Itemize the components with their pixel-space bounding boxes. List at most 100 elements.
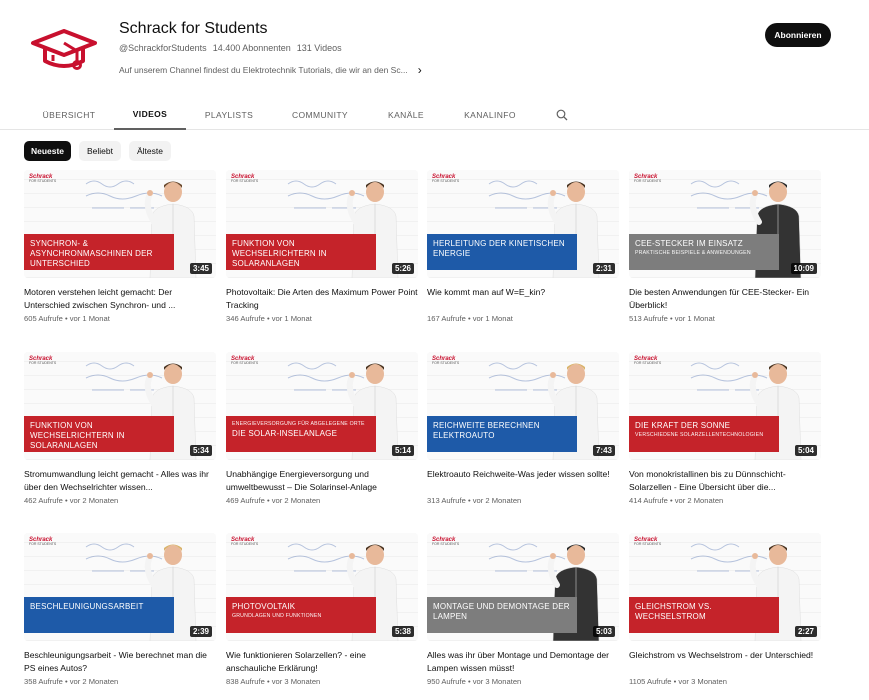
channel-logo[interactable]	[29, 23, 99, 75]
thumbnail-banner: Funktion von Wechselrichtern in Solaranl…	[24, 416, 174, 452]
schrack-brand-mark: Schrack FOR STUDENTS	[29, 537, 57, 546]
video-title[interactable]: Von monokristallinen bis zu Dünnschicht-…	[629, 468, 821, 493]
video-duration: 5:04	[794, 445, 817, 456]
video-thumbnail[interactable]: Schrack FOR STUDENTS Reichweite berechnen…	[427, 352, 619, 460]
video-meta: 167 Aufrufe • vor 1 Monat	[427, 314, 513, 323]
banner-subtitle: Praktische Beispiele & Anwendungen	[635, 250, 751, 256]
video-title[interactable]: Photovoltaik: Die Arten des Maximum Powe…	[226, 286, 418, 311]
video-title[interactable]: Elektroauto Reichweite-Was jeder wissen …	[427, 468, 619, 481]
view-count: 950 Aufrufe	[427, 677, 466, 686]
chevron-right-icon[interactable]: ›	[418, 63, 422, 77]
banner-title: CEE-Stecker im Einsatz	[635, 239, 743, 248]
upload-age: vor 1 Monat	[69, 314, 110, 323]
upload-age: vor 2 Monaten	[271, 496, 321, 505]
video-duration: 2:27	[794, 626, 817, 637]
chip-oldest[interactable]: Älteste	[129, 141, 171, 161]
video-thumbnail[interactable]: Schrack FOR STUDENTS Die Kraft der Sonne …	[629, 352, 821, 460]
upload-age: vor 1 Monat	[472, 314, 513, 323]
video-card[interactable]: Schrack FOR STUDENTS Synchron- & Asynchro…	[24, 170, 216, 330]
video-title[interactable]: Beschleunigungsarbeit - Wie berechnet ma…	[24, 649, 216, 674]
thumbnail-banner: Synchron- & Asynchronmaschinen der Unter…	[24, 234, 174, 270]
schrack-brand-mark: Schrack FOR STUDENTS	[29, 356, 57, 365]
video-title[interactable]: Gleichstrom vs Wechselstrom - der Unters…	[629, 649, 821, 662]
video-meta: 950 Aufrufe • vor 3 Monaten	[427, 677, 522, 686]
schrack-brand-mark: Schrack FOR STUDENTS	[634, 174, 662, 183]
thumbnail-banner: Energieversorgung für abgelegene Orte Di…	[226, 416, 376, 452]
video-thumbnail[interactable]: Schrack FOR STUDENTS Funktion von Wechsel…	[24, 352, 216, 460]
thumbnail-banner: Beschleunigungsarbeit	[24, 597, 174, 633]
thumbnail-banner: Funktion von Wechselrichtern in Solaranl…	[226, 234, 376, 270]
schrack-brand-mark: Schrack FOR STUDENTS	[432, 356, 460, 365]
tab-community[interactable]: COMMUNITY	[278, 100, 362, 130]
upload-age: vor 3 Monaten	[271, 677, 321, 686]
video-card[interactable]: Schrack FOR STUDENTS Funktion von Wechsel…	[226, 170, 418, 330]
upload-age: vor 3 Monaten	[678, 677, 727, 686]
schrack-brand-mark: Schrack FOR STUDENTS	[231, 537, 259, 546]
video-title[interactable]: Stromumwandlung leicht gemacht - Alles w…	[24, 468, 216, 493]
channel-tabs: ÜBERSICHT VIDEOS PLAYLISTS COMMUNITY KAN…	[0, 100, 869, 130]
view-count: 414 Aufrufe	[629, 496, 668, 505]
search-icon[interactable]	[556, 109, 568, 121]
video-meta: 513 Aufrufe • vor 1 Monat	[629, 314, 715, 323]
schrack-brand-mark: Schrack FOR STUDENTS	[432, 537, 460, 546]
chip-newest[interactable]: Neueste	[24, 141, 71, 161]
video-thumbnail[interactable]: Schrack FOR STUDENTS Photovoltaik Grundla…	[226, 533, 418, 641]
tab-channels[interactable]: KANÄLE	[376, 100, 436, 130]
video-duration: 5:03	[592, 626, 615, 637]
view-count: 346 Aufrufe	[226, 314, 265, 323]
video-thumbnail[interactable]: Schrack FOR STUDENTS Synchron- & Asynchro…	[24, 170, 216, 278]
tab-videos[interactable]: VIDEOS	[114, 100, 186, 130]
video-card[interactable]: Schrack FOR STUDENTS Photovoltaik Grundla…	[226, 533, 418, 693]
video-thumbnail[interactable]: Schrack FOR STUDENTS Herleitung der kinet…	[427, 170, 619, 278]
banner-title: Herleitung der kinetischen Energie	[433, 239, 565, 258]
chip-popular[interactable]: Beliebt	[79, 141, 121, 161]
video-thumbnail[interactable]: Schrack FOR STUDENTS Beschleunigungsarbei…	[24, 533, 216, 641]
video-title[interactable]: Wie funktionieren Solarzellen? - eine an…	[226, 649, 418, 674]
video-duration: 5:34	[189, 445, 212, 456]
banner-title: Montage und Demontage der Lampen	[433, 602, 570, 621]
schrack-brand-mark: Schrack FOR STUDENTS	[432, 174, 460, 183]
video-card[interactable]: Schrack FOR STUDENTS Gleichstrom vs. Wech…	[629, 533, 821, 693]
tab-about[interactable]: KANALINFO	[452, 100, 528, 130]
tab-playlists[interactable]: PLAYLISTS	[192, 100, 266, 130]
view-count: 167 Aufrufe	[427, 314, 466, 323]
tab-overview[interactable]: ÜBERSICHT	[28, 100, 110, 130]
video-thumbnail[interactable]: Schrack FOR STUDENTS Funktion von Wechsel…	[226, 170, 418, 278]
video-title[interactable]: Motoren verstehen leicht gemacht: Der Un…	[24, 286, 216, 311]
video-card[interactable]: Schrack FOR STUDENTS Herleitung der kinet…	[427, 170, 619, 330]
video-title[interactable]: Wie kommt man auf W=E_kin?	[427, 286, 619, 299]
video-title[interactable]: Alles was ihr über Montage und Demontage…	[427, 649, 619, 674]
video-card[interactable]: Schrack FOR STUDENTS Montage und Demontag…	[427, 533, 619, 693]
view-count: 462 Aufrufe	[24, 496, 63, 505]
video-thumbnail[interactable]: Schrack FOR STUDENTS Montage und Demontag…	[427, 533, 619, 641]
subscribe-button[interactable]: Abonnieren	[765, 23, 831, 47]
video-card[interactable]: Schrack FOR STUDENTS Reichweite berechnen…	[427, 352, 619, 512]
banner-title: Funktion von Wechselrichtern in Solaranl…	[232, 239, 327, 268]
video-card[interactable]: Schrack FOR STUDENTS CEE-Stecker im Einsa…	[629, 170, 821, 330]
banner-title: Die Solar-Inselanlage	[232, 428, 338, 438]
banner-title: Beschleunigungsarbeit	[30, 602, 144, 611]
banner-title: Reichweite berechnen Elektroauto	[433, 421, 540, 440]
video-card[interactable]: Schrack FOR STUDENTS Energieversorgung fü…	[226, 352, 418, 512]
video-duration: 7:43	[592, 445, 615, 456]
schrack-brand-mark: Schrack FOR STUDENTS	[29, 174, 57, 183]
video-meta: 346 Aufrufe • vor 1 Monat	[226, 314, 312, 323]
channel-meta: @SchrackforStudents 14.400 Abonnenten 131 …	[119, 43, 342, 53]
video-thumbnail[interactable]: Schrack FOR STUDENTS Gleichstrom vs. Wech…	[629, 533, 821, 641]
view-count: 313 Aufrufe	[427, 496, 466, 505]
video-title[interactable]: Die besten Anwendungen für CEE-Stecker- …	[629, 286, 821, 311]
upload-age: vor 3 Monaten	[472, 677, 522, 686]
upload-age: vor 2 Monaten	[69, 496, 119, 505]
upload-age: vor 1 Monat	[271, 314, 312, 323]
thumbnail-banner: Gleichstrom vs. Wechselstrom	[629, 597, 779, 633]
video-card[interactable]: Schrack FOR STUDENTS Funktion von Wechsel…	[24, 352, 216, 512]
video-title[interactable]: Unabhängige Energieversorgung und umwelt…	[226, 468, 418, 493]
banner-title: Synchron- & Asynchronmaschinen der Unter…	[30, 239, 153, 268]
video-thumbnail[interactable]: Schrack FOR STUDENTS CEE-Stecker im Einsa…	[629, 170, 821, 278]
video-meta: 605 Aufrufe • vor 1 Monat	[24, 314, 110, 323]
video-card[interactable]: Schrack FOR STUDENTS Beschleunigungsarbei…	[24, 533, 216, 693]
schrack-brand-mark: Schrack FOR STUDENTS	[634, 537, 662, 546]
channel-description[interactable]: Auf unserem Channel findest du Elektrote…	[119, 63, 422, 77]
video-card[interactable]: Schrack FOR STUDENTS Die Kraft der Sonne …	[629, 352, 821, 512]
video-thumbnail[interactable]: Schrack FOR STUDENTS Energieversorgung fü…	[226, 352, 418, 460]
